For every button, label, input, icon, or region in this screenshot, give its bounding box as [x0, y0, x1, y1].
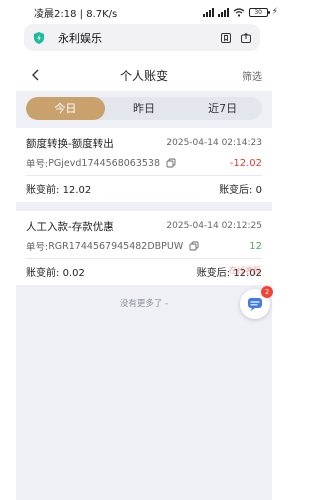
copy-icon[interactable] — [189, 241, 199, 251]
no-more-text: 没有更多了 - — [119, 299, 169, 309]
status-left: 凌晨2:18 | 8.7K/s — [34, 5, 117, 20]
divider — [26, 258, 262, 259]
wifi-icon — [233, 7, 245, 17]
status-right: 30 ⚡ — [202, 7, 278, 17]
phone-screen: 凌晨2:18 | 8.7K/s 30 ⚡ 永利娱乐 个人账变 筛选 今日 昨日 … — [0, 0, 290, 500]
signal-icon — [202, 7, 214, 17]
transaction-time: 2025-04-14 02:12:25 — [166, 221, 262, 231]
back-arrow-icon[interactable] — [28, 67, 44, 83]
order-label: 单号: — [26, 159, 49, 170]
transaction-balance-row: 账变前: 12.02 账变后: 0 — [26, 179, 262, 197]
transaction-header: 额度转换-额度转出 2025-04-14 02:14:23 — [26, 134, 262, 152]
transaction-card: 额度转换-额度转出 2025-04-14 02:14:23 单号: PGjevd… — [16, 128, 272, 202]
transaction-header: 人工入款-存款优惠 2025-04-14 02:12:25 — [26, 217, 262, 235]
app-content: 个人账变 筛选 今日 昨日 近7日 额度转换-额度转出 2025-04-14 0… — [16, 59, 272, 500]
charging-icon: ⚡ — [271, 7, 278, 17]
battery-icon: 30 — [248, 7, 270, 17]
page-title: 个人账变 — [119, 68, 168, 83]
transaction-order-row: 单号: RGR1744567945482DBPUW 12 — [26, 236, 262, 256]
copy-icon[interactable] — [166, 158, 176, 168]
balance-after-label: 账变后: — [196, 267, 231, 279]
balance-after-label: 账变后: — [219, 184, 253, 196]
balance-before: 12.02 — [62, 184, 92, 196]
signal-icon-2 — [217, 7, 229, 17]
bookmark-icon[interactable] — [219, 31, 232, 44]
balance-before-label: 账变前: — [26, 267, 60, 279]
transaction-title: 额度转换-额度转出 — [26, 137, 114, 150]
balance-before-label: 账变前: — [26, 184, 60, 196]
filter-button[interactable]: 筛选 — [242, 68, 262, 83]
browser-address-bar[interactable]: 永利娱乐 — [24, 24, 260, 51]
divider — [26, 175, 262, 176]
tab-today[interactable]: 今日 — [26, 97, 105, 120]
transaction-amount: 12 — [249, 240, 262, 252]
status-network-speed: 8.7K/s — [86, 8, 118, 20]
status-time: 凌晨2:18 — [34, 8, 77, 20]
status-bar: 凌晨2:18 | 8.7K/s 30 ⚡ — [0, 0, 290, 24]
order-number: PGjevd1744568063538 — [48, 157, 161, 169]
browser-page-title: 永利娱乐 — [58, 31, 102, 45]
notification-badge: 2 — [261, 286, 273, 298]
transaction-amount: -12.02 — [229, 157, 262, 169]
battery-level: 30 — [254, 8, 262, 16]
shield-icon — [34, 31, 44, 44]
tab-last-7-days[interactable]: 近7日 — [183, 97, 262, 120]
tab-yesterday[interactable]: 昨日 — [105, 97, 184, 120]
chat-icon — [248, 298, 262, 311]
support-chat-button[interactable]: 2 — [240, 286, 273, 319]
support-label: 在线客服 — [229, 266, 261, 275]
period-tabs: 今日 昨日 近7日 — [26, 97, 262, 120]
app-header: 个人账变 筛选 — [16, 59, 272, 91]
order-label: 单号: — [26, 242, 49, 253]
share-icon[interactable] — [239, 31, 252, 44]
balance-before: 0.02 — [62, 267, 85, 279]
transaction-time: 2025-04-14 02:14:23 — [166, 138, 262, 148]
transaction-balance-row: 账变前: 0.02 账变后: 12.02 — [26, 262, 262, 280]
order-number: RGR1744567945482DBPUW — [48, 240, 184, 252]
balance-after: 0 — [255, 184, 262, 196]
transaction-order-row: 单号: PGjevd1744568063538 -12.02 — [26, 153, 262, 173]
transaction-title: 人工入款-存款优惠 — [26, 220, 114, 233]
